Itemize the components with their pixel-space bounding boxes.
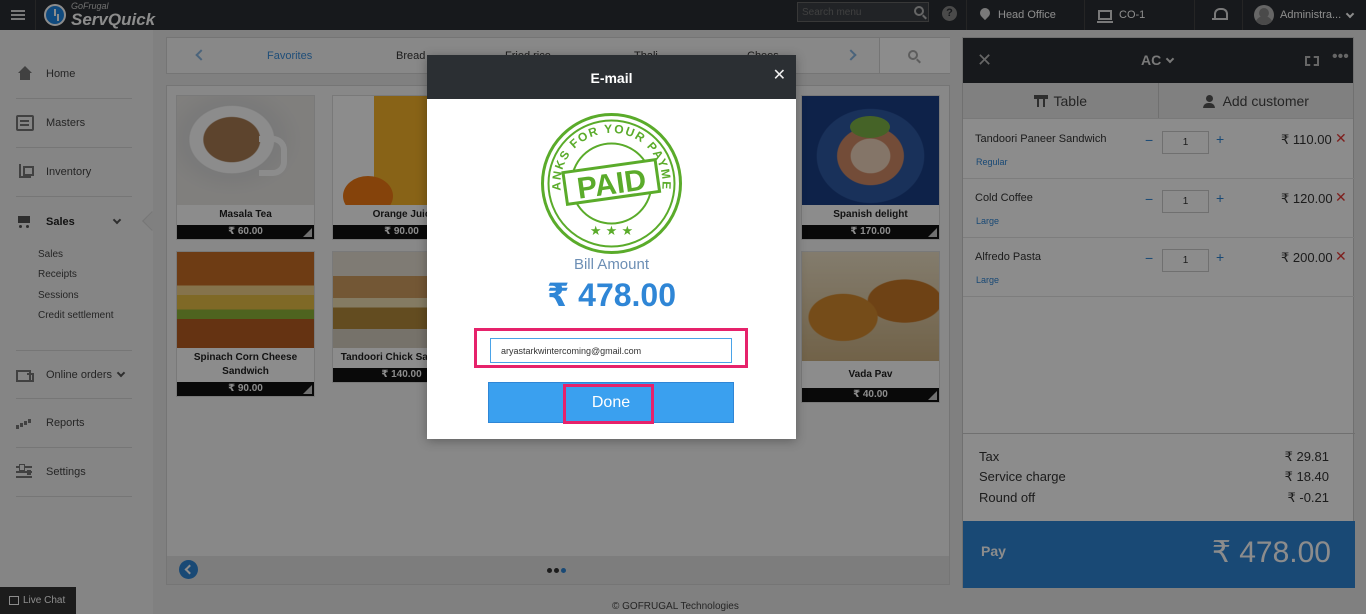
dialog-title: E-mail [590, 70, 633, 86]
star-icons: ★ ★ ★ [590, 224, 633, 239]
dialog-header: E-mail ✕ [427, 55, 796, 99]
close-icon[interactable]: ✕ [773, 65, 786, 85]
email-field[interactable] [490, 338, 732, 363]
bill-amount-value: ₹ 478.00 [546, 277, 677, 313]
paid-stamp: THANKS FOR YOUR PAYMENT PAID ★ ★ ★ [539, 111, 682, 254]
bill-amount-label: Bill Amount [573, 256, 650, 273]
done-button[interactable]: Done [488, 382, 734, 423]
email-dialog: E-mail ✕ THANKS FOR YOUR PAYMENT PAID ★ … [427, 55, 796, 439]
